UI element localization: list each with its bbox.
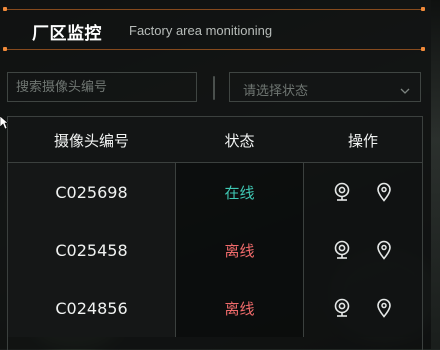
status-select[interactable]: 请选择状态 <box>229 72 421 102</box>
column-header-actions: 操作 <box>347 132 378 150</box>
header-bottom-line <box>5 49 423 50</box>
header-top-line <box>5 9 423 10</box>
status-badge: 在线 <box>175 163 304 221</box>
camera-id: C025698 <box>8 163 175 221</box>
row-actions <box>304 163 422 221</box>
location-pin-icon[interactable] <box>373 181 395 203</box>
camera-icon[interactable] <box>331 239 353 261</box>
chevron-down-icon <box>399 82 411 101</box>
camera-id: C024856 <box>8 279 175 337</box>
corner-dot <box>3 47 7 51</box>
mouse-cursor-icon <box>0 116 8 130</box>
status-badge: 离线 <box>175 221 304 279</box>
table-row: C025458 离线 <box>8 221 422 279</box>
page-title: 厂区监控 <box>32 24 102 44</box>
row-actions <box>304 221 422 279</box>
column-header-camera-id: 摄像头编号 <box>53 132 129 150</box>
table-row: C024856 离线 <box>8 279 422 337</box>
corner-dot <box>3 7 7 11</box>
corner-dot <box>421 7 425 11</box>
status-select-placeholder: 请选择状态 <box>243 84 309 99</box>
table-row: C025698 在线 <box>8 163 422 221</box>
camera-icon[interactable] <box>331 181 353 203</box>
status-badge: 离线 <box>175 279 304 337</box>
page-subtitle: Factory area monitioning <box>129 23 273 38</box>
corner-dot <box>421 47 425 51</box>
right-edge-strip <box>431 0 440 349</box>
camera-search-input[interactable] <box>7 72 197 102</box>
camera-table: 摄像头编号 状态 操作 C025698 在线 C025458 离线 C02485… <box>7 116 423 350</box>
monitor-panel: 厂区监控 Factory area monitioning 请选择状态 摄像头编… <box>0 0 431 350</box>
location-pin-icon[interactable] <box>373 239 395 261</box>
filter-divider <box>213 76 215 100</box>
location-pin-icon[interactable] <box>373 297 395 319</box>
camera-id: C025458 <box>8 221 175 279</box>
table-header: 摄像头编号 状态 操作 <box>8 117 422 163</box>
row-actions <box>304 279 422 337</box>
camera-icon[interactable] <box>331 297 353 319</box>
column-header-status: 状态 <box>224 132 255 150</box>
